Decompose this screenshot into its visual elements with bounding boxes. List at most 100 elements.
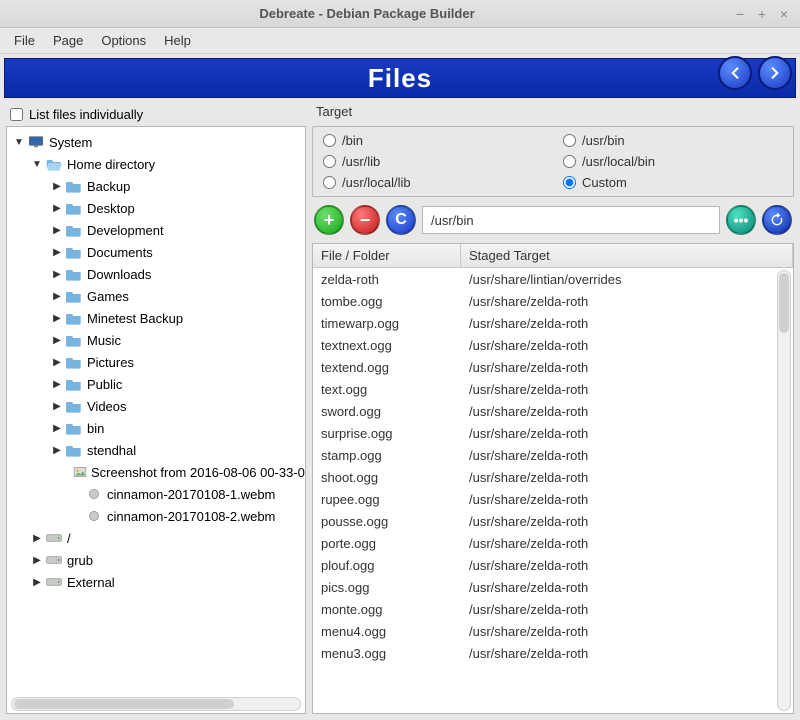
tree-item[interactable]: cinnamon-20170108-2.webm: [9, 505, 303, 527]
refresh-button[interactable]: [762, 205, 792, 235]
tree-item[interactable]: ▶Pictures: [9, 351, 303, 373]
radio-input[interactable]: [563, 176, 576, 189]
menu-help[interactable]: Help: [156, 30, 199, 51]
table-row[interactable]: textnext.ogg/usr/share/zelda-roth: [313, 334, 793, 356]
table-row[interactable]: text.ogg/usr/share/zelda-roth: [313, 378, 793, 400]
tree-item[interactable]: ▶External: [9, 571, 303, 593]
add-button[interactable]: +: [314, 205, 344, 235]
expand-icon[interactable]: ▶: [51, 247, 63, 258]
expand-icon[interactable]: ▶: [31, 577, 43, 588]
tree-hscrollbar[interactable]: [11, 697, 301, 711]
close-button[interactable]: ×: [776, 6, 792, 22]
expand-icon[interactable]: ▶: [51, 423, 63, 434]
tree-item[interactable]: ▶Desktop: [9, 197, 303, 219]
table-row[interactable]: sword.ogg/usr/share/zelda-roth: [313, 400, 793, 422]
tree-item[interactable]: cinnamon-20170108-1.webm: [9, 483, 303, 505]
clear-button[interactable]: C: [386, 205, 416, 235]
table-row[interactable]: menu3.ogg/usr/share/zelda-roth: [313, 642, 793, 664]
file-icon: [85, 486, 103, 502]
target-radio-bin[interactable]: /bin: [323, 133, 543, 148]
tree-item[interactable]: ▶Games: [9, 285, 303, 307]
table-row[interactable]: timewarp.ogg/usr/share/zelda-roth: [313, 312, 793, 334]
collapse-icon[interactable]: ▼: [31, 159, 43, 170]
tree-item[interactable]: ▶Downloads: [9, 263, 303, 285]
cell-file: stamp.ogg: [313, 446, 461, 465]
radio-input[interactable]: [323, 134, 336, 147]
expand-icon[interactable]: ▶: [51, 269, 63, 280]
expand-icon[interactable]: ▶: [31, 533, 43, 544]
target-path-input[interactable]: [422, 206, 720, 234]
table-row[interactable]: menu4.ogg/usr/share/zelda-roth: [313, 620, 793, 642]
table-row[interactable]: shoot.ogg/usr/share/zelda-roth: [313, 466, 793, 488]
expand-icon[interactable]: ▶: [51, 313, 63, 324]
list-individually-checkbox[interactable]: [10, 108, 23, 121]
menu-file[interactable]: File: [6, 30, 43, 51]
collapse-icon[interactable]: ▼: [13, 137, 25, 148]
tree-item[interactable]: ▶Documents: [9, 241, 303, 263]
table-row[interactable]: plouf.ogg/usr/share/zelda-roth: [313, 554, 793, 576]
radio-input[interactable]: [563, 134, 576, 147]
table-row[interactable]: zelda-roth/usr/share/lintian/overrides: [313, 268, 793, 290]
target-radio-usrbin[interactable]: /usr/bin: [563, 133, 783, 148]
prev-page-button[interactable]: [718, 56, 752, 90]
maximize-button[interactable]: +: [754, 6, 770, 22]
tree-item[interactable]: ▼System: [9, 131, 303, 153]
table-row[interactable]: pics.ogg/usr/share/zelda-roth: [313, 576, 793, 598]
tree-item[interactable]: ▶ Public: [9, 373, 303, 395]
table-row[interactable]: rupee.ogg/usr/share/zelda-roth: [313, 488, 793, 510]
cell-target: /usr/share/zelda-roth: [461, 644, 793, 663]
folder-icon: [65, 222, 83, 238]
col-file-folder[interactable]: File / Folder: [313, 244, 461, 267]
col-staged-target[interactable]: Staged Target: [461, 244, 793, 267]
table-vscrollbar[interactable]: [777, 270, 791, 711]
minimize-button[interactable]: −: [732, 6, 748, 22]
menu-page[interactable]: Page: [45, 30, 91, 51]
radio-input[interactable]: [323, 155, 336, 168]
table-row[interactable]: monte.ogg/usr/share/zelda-roth: [313, 598, 793, 620]
tree-item-label: Public: [87, 377, 122, 392]
expand-icon[interactable]: ▶: [51, 335, 63, 346]
cell-file: rupee.ogg: [313, 490, 461, 509]
image-icon: [73, 464, 87, 480]
target-radio-usrlib[interactable]: /usr/lib: [323, 154, 543, 169]
remove-button[interactable]: −: [350, 205, 380, 235]
target-radio-usrlocallib[interactable]: /usr/local/lib: [323, 175, 543, 190]
table-row[interactable]: pousse.ogg/usr/share/zelda-roth: [313, 510, 793, 532]
next-page-button[interactable]: [758, 56, 792, 90]
tree-item[interactable]: ▶ Development: [9, 219, 303, 241]
tree-item[interactable]: ▶/: [9, 527, 303, 549]
expand-icon[interactable]: ▶: [31, 555, 43, 566]
tree-item[interactable]: ▼Home directory: [9, 153, 303, 175]
expand-icon[interactable]: ▶: [51, 203, 63, 214]
expand-icon[interactable]: ▶: [51, 181, 63, 192]
browse-button[interactable]: •••: [726, 205, 756, 235]
table-row[interactable]: surprise.ogg/usr/share/zelda-roth: [313, 422, 793, 444]
tree-item[interactable]: ▶Backup: [9, 175, 303, 197]
menu-options[interactable]: Options: [93, 30, 154, 51]
target-radio-usrlocalbin[interactable]: /usr/local/bin: [563, 154, 783, 169]
target-radio-custom[interactable]: Custom: [563, 175, 783, 190]
cell-target: /usr/share/zelda-roth: [461, 336, 793, 355]
tree-item[interactable]: ▶Videos: [9, 395, 303, 417]
tree-item-label: cinnamon-20170108-1.webm: [107, 487, 275, 502]
tree-item[interactable]: ▶grub: [9, 549, 303, 571]
tree-item[interactable]: ▶Minetest Backup: [9, 307, 303, 329]
radio-input[interactable]: [323, 176, 336, 189]
tree-item[interactable]: Screenshot from 2016-08-06 00-33-07: [9, 461, 303, 483]
table-row[interactable]: stamp.ogg/usr/share/zelda-roth: [313, 444, 793, 466]
expand-icon[interactable]: ▶: [51, 225, 63, 236]
table-row[interactable]: textend.ogg/usr/share/zelda-roth: [313, 356, 793, 378]
expand-icon[interactable]: ▶: [51, 379, 63, 390]
expand-icon[interactable]: ▶: [51, 401, 63, 412]
expand-icon[interactable]: ▶: [51, 357, 63, 368]
tree-item-label: Development: [87, 223, 164, 238]
tree-item[interactable]: ▶bin: [9, 417, 303, 439]
cell-target: /usr/share/lintian/overrides: [461, 270, 793, 289]
tree-item[interactable]: ▶stendhal: [9, 439, 303, 461]
tree-item[interactable]: ▶Music: [9, 329, 303, 351]
expand-icon[interactable]: ▶: [51, 291, 63, 302]
radio-input[interactable]: [563, 155, 576, 168]
expand-icon[interactable]: ▶: [51, 445, 63, 456]
table-row[interactable]: tombe.ogg/usr/share/zelda-roth: [313, 290, 793, 312]
table-row[interactable]: porte.ogg/usr/share/zelda-roth: [313, 532, 793, 554]
